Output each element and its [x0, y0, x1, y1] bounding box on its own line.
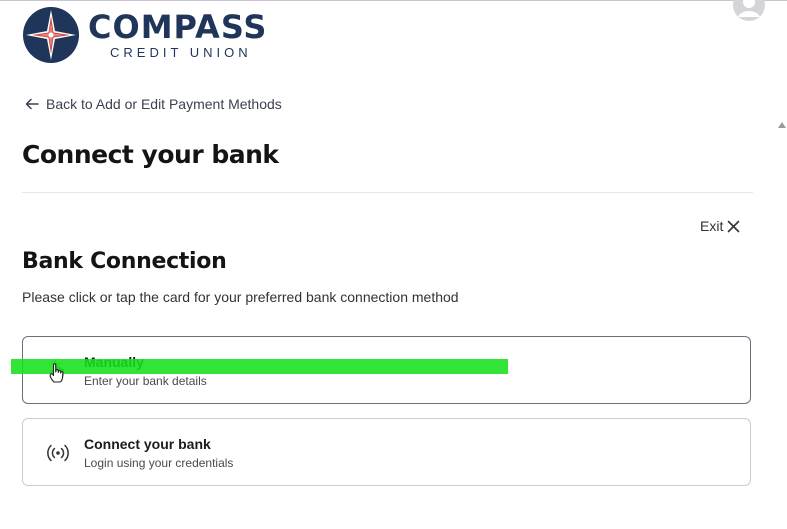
exit-button[interactable]: Exit: [700, 218, 740, 234]
top-border: [0, 0, 787, 1]
manual-card-description: Enter your bank details: [84, 374, 207, 388]
section-instructions: Please click or tap the card for your pr…: [22, 289, 459, 305]
scrollbar-up-arrow-icon[interactable]: [777, 120, 787, 130]
user-avatar-icon[interactable]: [732, 0, 766, 22]
exit-label: Exit: [700, 218, 724, 234]
compass-star-icon: [23, 7, 79, 63]
section-title: Bank Connection: [22, 249, 227, 274]
highlight-marker: [11, 359, 508, 374]
arrow-left-icon: [25, 98, 39, 110]
connect-card-description: Login using your credentials: [84, 456, 234, 470]
brand-name: COMPASS: [88, 8, 268, 46]
page-title: Connect your bank: [22, 140, 279, 169]
back-link-label: Back to Add or Edit Payment Methods: [46, 96, 282, 112]
back-to-payment-methods-link[interactable]: Back to Add or Edit Payment Methods: [24, 96, 282, 112]
connect-card-title: Connect your bank: [84, 436, 211, 452]
brand-subtitle: CREDIT UNION: [110, 45, 252, 60]
header-divider: [22, 192, 753, 193]
wireless-signal-icon: [47, 444, 69, 462]
hand-cursor-icon: [49, 363, 64, 383]
connect-bank-card[interactable]: Connect your bank Login using your crede…: [22, 418, 751, 486]
close-icon: [728, 220, 740, 232]
